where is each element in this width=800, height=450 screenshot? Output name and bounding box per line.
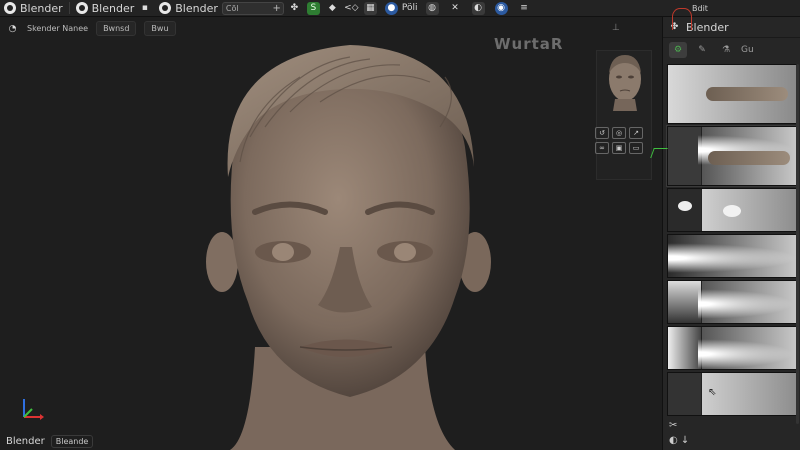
link-icon[interactable]: ◎ xyxy=(612,127,626,139)
watermark-logo: WurtaR xyxy=(494,35,564,53)
thumbnail-toolbar: ↺ ◎ ↗ ∞ ▣ ▭ xyxy=(595,127,643,154)
image-icon[interactable]: ▭ xyxy=(629,142,643,154)
brush-item[interactable] xyxy=(667,326,797,370)
brush-item[interactable]: ⇖ xyxy=(667,372,797,416)
search-field[interactable]: Cõl + xyxy=(221,1,284,15)
blender-logo-icon xyxy=(159,2,172,14)
view-icon[interactable]: <◇ xyxy=(344,2,358,15)
reference-thumbnail[interactable] xyxy=(596,50,652,180)
workspace-menu[interactable]: Blender ▪ xyxy=(72,0,156,17)
shading-icon[interactable]: ◐ xyxy=(471,1,485,15)
brush-item[interactable] xyxy=(667,234,797,278)
panel-footer: ✂ ◐ ↓ xyxy=(669,420,689,446)
brush-slot xyxy=(668,281,702,323)
lock-icon[interactable]: ▣ xyxy=(612,142,626,154)
brush-list: ⇖ xyxy=(666,64,798,418)
mode-label: Pöli xyxy=(401,3,418,13)
globe-icon[interactable]: ◍ xyxy=(425,1,439,15)
app-menu[interactable]: Blender xyxy=(0,0,67,17)
panel-tabs: ⚙ ✎ ⚗ Gu xyxy=(663,38,800,62)
brush-item[interactable] xyxy=(666,125,798,187)
blender-logo-icon xyxy=(75,2,88,14)
panel-top-label: Bdit xyxy=(692,4,708,13)
brush-slot xyxy=(668,327,702,369)
tab-label: Gu xyxy=(741,45,754,55)
chevron-down-icon: ▪ xyxy=(141,3,148,13)
brush-slot xyxy=(668,127,702,185)
viewport-footer: Blender Bleande xyxy=(6,435,94,448)
footer-sub-label[interactable]: Bleande xyxy=(50,435,94,448)
app-title-1: Blender xyxy=(20,1,63,15)
loop-icon[interactable]: ∞ xyxy=(595,142,609,154)
panel-scrollbar[interactable] xyxy=(796,64,799,424)
brush-item[interactable] xyxy=(667,188,797,232)
head-thumbnail-icon xyxy=(609,55,641,111)
brush-preview xyxy=(723,205,741,217)
divider xyxy=(68,2,70,14)
axis-gizmo-icon[interactable] xyxy=(14,395,44,425)
brush-panel: ✤ Blender ⚙ ✎ ⚗ Gu ⇖ ✂ ◐ ↓ xyxy=(662,17,800,450)
pin-icon[interactable]: ⊥ xyxy=(612,23,620,33)
pin-icon[interactable]: ✂ xyxy=(669,420,689,431)
sculpt-head-model[interactable] xyxy=(0,17,662,450)
tab-brush[interactable]: ⚙ xyxy=(669,42,687,58)
grid-icon[interactable]: ▦ xyxy=(363,1,377,15)
brush-slot xyxy=(668,373,702,415)
tab-tool[interactable]: ✎ xyxy=(693,42,711,58)
paw-icon[interactable]: ✤ xyxy=(288,2,301,15)
footer-app-label: Blender xyxy=(6,436,45,447)
brush-preview xyxy=(698,289,794,319)
rotate-icon[interactable]: ↺ xyxy=(595,127,609,139)
mode-menu[interactable]: ● Pöli xyxy=(381,0,422,17)
tab-stroke[interactable]: ⚗ xyxy=(717,42,735,58)
sculpt-mode-icon[interactable]: S xyxy=(306,1,320,15)
file-menu[interactable]: Blender xyxy=(155,0,222,17)
x-mirror-icon[interactable]: ✕ xyxy=(449,2,462,15)
3d-viewport[interactable]: ◔ Skender Nanee Bwnsd Bwu WurtaR ⊥ ↺ ◎ ↗… xyxy=(0,17,662,450)
brush-preview xyxy=(708,151,790,165)
brush-item[interactable] xyxy=(667,280,797,324)
search-value: Cõl xyxy=(225,3,239,13)
diamond-icon[interactable]: ◆ xyxy=(326,2,339,15)
settings-icon[interactable]: ≡ xyxy=(518,2,531,15)
settings-icon[interactable]: ◐ ↓ xyxy=(669,435,689,446)
blender-logo-icon xyxy=(4,2,16,14)
sphere-icon: ● xyxy=(384,1,398,15)
brush-preview xyxy=(668,243,796,273)
render-icon[interactable]: ◉ xyxy=(494,1,508,15)
brush-preview xyxy=(706,87,788,101)
app-title-2: Blender xyxy=(91,1,135,15)
panel-title: Blender xyxy=(686,20,729,34)
app-title-3: Blender xyxy=(175,1,218,15)
brush-preview xyxy=(678,201,692,211)
plus-icon: + xyxy=(272,2,281,14)
cursor-icon: ⇖ xyxy=(708,387,717,398)
brush-item[interactable] xyxy=(667,64,797,124)
brush-preview xyxy=(698,339,794,369)
arrow-icon[interactable]: ↗ xyxy=(629,127,643,139)
mouse-cursor-icon xyxy=(672,8,692,30)
